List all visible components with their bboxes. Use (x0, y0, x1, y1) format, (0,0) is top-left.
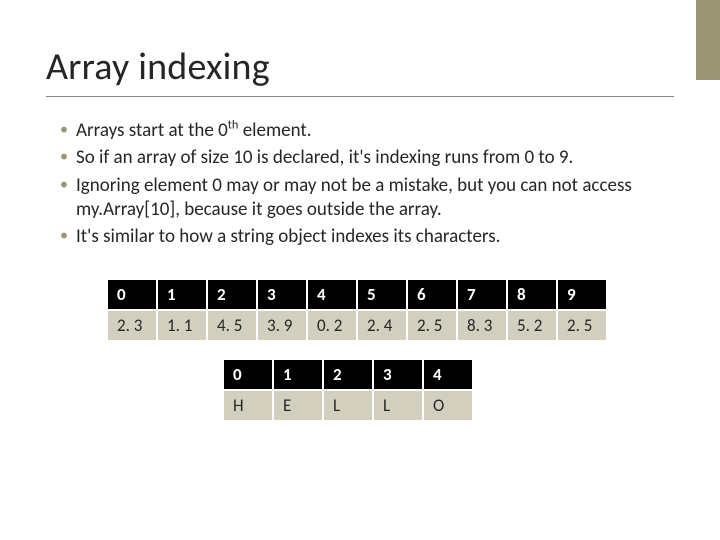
index-cell: 3 (257, 279, 307, 310)
index-cell: 2 (323, 359, 373, 390)
value-cell: 2. 5 (557, 310, 607, 341)
index-cell: 4 (423, 359, 473, 390)
value-cell: 4. 5 (207, 310, 257, 341)
accent-bar (696, 0, 720, 80)
array-table-string: 0 1 2 3 4 H E L L O (222, 358, 474, 422)
value-cell: L (323, 390, 373, 421)
table-row: H E L L O (223, 390, 473, 421)
value-cell: 2. 3 (107, 310, 157, 341)
index-cell: 7 (457, 279, 507, 310)
value-cell: E (273, 390, 323, 421)
tables-area: 0 1 2 3 4 5 6 7 8 9 2. 3 1. 1 4. 5 3. 9 … (46, 278, 674, 422)
index-cell: 8 (507, 279, 557, 310)
value-cell: 2. 5 (407, 310, 457, 341)
index-cell: 3 (373, 359, 423, 390)
value-cell: 1. 1 (157, 310, 207, 341)
value-cell: 8. 3 (457, 310, 507, 341)
index-cell: 0 (223, 359, 273, 390)
array-table-numeric: 0 1 2 3 4 5 6 7 8 9 2. 3 1. 1 4. 5 3. 9 … (106, 278, 608, 342)
bullet-item: Arrays start at the 0th element. (60, 119, 674, 143)
index-cell: 0 (107, 279, 157, 310)
bullet-list: Arrays start at the 0th element. So if a… (46, 119, 674, 250)
slide-body: Array indexing Arrays start at the 0th e… (0, 0, 720, 422)
index-cell: 6 (407, 279, 457, 310)
value-cell: 2. 4 (357, 310, 407, 341)
slide-title: Array indexing (46, 44, 674, 90)
table-row: 0 1 2 3 4 5 6 7 8 9 (107, 279, 607, 310)
index-cell: 1 (157, 279, 207, 310)
value-cell: 5. 2 (507, 310, 557, 341)
index-cell: 9 (557, 279, 607, 310)
value-cell: 3. 9 (257, 310, 307, 341)
value-cell: 0. 2 (307, 310, 357, 341)
index-cell: 4 (307, 279, 357, 310)
index-cell: 1 (273, 359, 323, 390)
bullet-item: Ignoring element 0 may or may not be a m… (60, 174, 674, 223)
value-cell: O (423, 390, 473, 421)
title-rule (46, 96, 674, 97)
value-cell: L (373, 390, 423, 421)
bullet-item: So if an array of size 10 is declared, i… (60, 146, 674, 170)
table-row: 0 1 2 3 4 (223, 359, 473, 390)
index-cell: 2 (207, 279, 257, 310)
value-cell: H (223, 390, 273, 421)
bullet-item: It's similar to how a string object inde… (60, 225, 674, 249)
index-cell: 5 (357, 279, 407, 310)
table-row: 2. 3 1. 1 4. 5 3. 9 0. 2 2. 4 2. 5 8. 3 … (107, 310, 607, 341)
